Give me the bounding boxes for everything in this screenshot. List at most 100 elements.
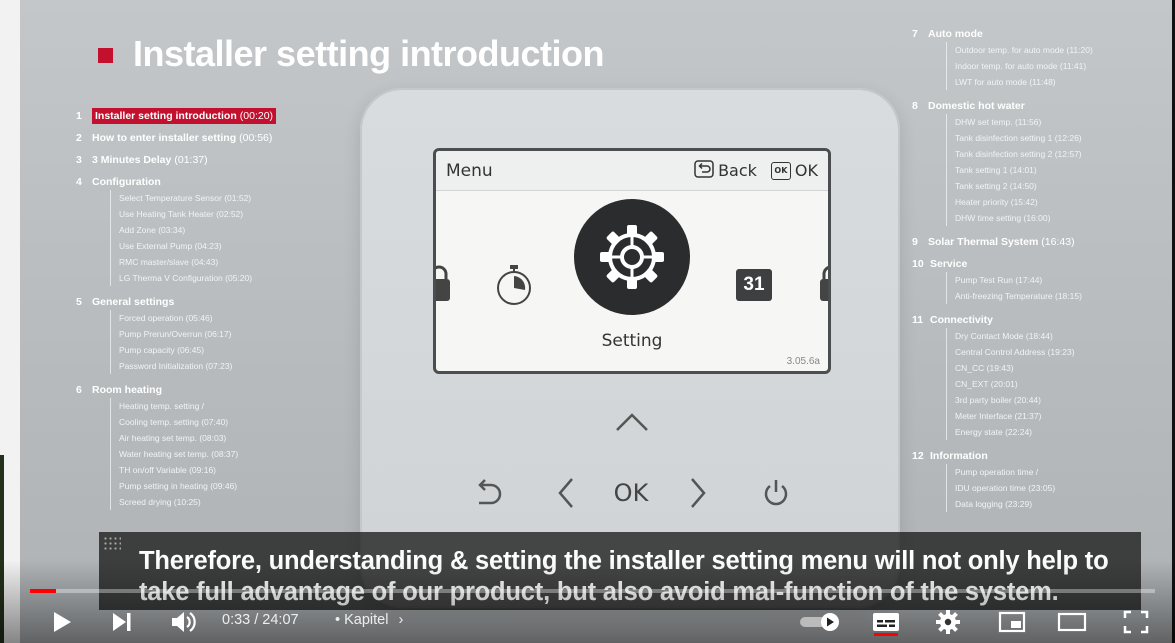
toc-chapter: 3 3 Minutes Delay (01:37) (76, 152, 356, 168)
page-edge (0, 0, 20, 643)
play-button[interactable] (44, 600, 80, 643)
toc-subsection: Air heating set temp. (08:03) (119, 433, 227, 443)
toc-chapter-label: Connectivity (930, 314, 994, 326)
ok-label: OK (794, 161, 818, 180)
toc-subsection-list: Pump Test Run (17:44) Anti-freezing Tempe… (946, 272, 1172, 304)
toc-chapter-label: Solar Thermal System (928, 236, 1039, 248)
toc-subsection: Cooling temp. setting (07:40) (119, 417, 229, 427)
toc-chapter-title: Domestic hot water (928, 98, 1025, 114)
toc-subsection: Heating temp. setting / (119, 401, 205, 411)
slide-title: Installer setting introduction (133, 33, 605, 74)
device-ok-button: OK (613, 479, 649, 507)
miniplayer-button[interactable] (994, 600, 1030, 643)
toc-subsection: Screed drying (10:25) (119, 497, 201, 507)
toc-subsection: Forced operation (05:46) (119, 313, 213, 323)
toc-chapter-number: 8 (912, 100, 918, 112)
lock-icon-right (820, 265, 828, 306)
selected-menu-label: Setting (601, 331, 663, 351)
toc-chapter-number: 11 (912, 314, 924, 326)
caption-drag-handle[interactable] (103, 536, 121, 550)
next-button[interactable] (104, 600, 140, 643)
toc-subsection: Anti-freezing Temperature (18:15) (955, 291, 1082, 301)
toc-subsection: DHW time setting (16:00) (955, 213, 1051, 223)
toc-chapter-title: How to enter installer setting (00:56) (92, 130, 272, 146)
toc-subsection: Tank setting 1 (14:01) (955, 165, 1037, 175)
toc-subsection: Outdoor temp. for auto mode (11:20) (955, 45, 1093, 55)
player-controls: 0:33 / 24:07 • Kapitel › (0, 600, 1175, 643)
gear-icon (600, 225, 664, 289)
toc-chapter-number: 7 (912, 28, 918, 40)
chapter-label: • Kapitel (335, 612, 389, 628)
theater-icon (1057, 612, 1087, 631)
toc-subsection: CN_EXT (20:01) (955, 379, 1018, 389)
theater-mode-button[interactable] (1054, 600, 1090, 643)
toc-subsection: Heater priority (15:42) (955, 197, 1038, 207)
timer-icon (494, 263, 534, 312)
fullscreen-icon (1123, 610, 1149, 633)
toc-chapter-label: Installer setting introduction (95, 110, 237, 122)
subtitles-button[interactable] (868, 600, 904, 643)
toc-chapter-title: Information (930, 448, 988, 464)
back-icon (694, 159, 714, 182)
toc-chapter-title: Service (930, 256, 967, 272)
toc-subsection-list: Outdoor temp. for auto mode (11:20) Indoo… (946, 42, 1172, 90)
fullscreen-button[interactable] (1118, 600, 1154, 643)
toc-chapter-label: 3 Minutes Delay (92, 154, 172, 166)
toc-chapter-label: General settings (92, 296, 175, 308)
lock-icon (436, 265, 450, 306)
toc-chapter-number: 12 (912, 450, 924, 462)
toc-subsection: Pump Test Run (17:44) (955, 275, 1043, 285)
toc-subsection: 3rd party boiler (20:44) (955, 395, 1041, 405)
toc-chapter-title: Installer setting introduction (00:20) (92, 108, 277, 124)
video-player[interactable]: Menu Back OK OK 31 Setting 3.05.6a OK In… (0, 0, 1175, 643)
toc-chapter-number: 1 (76, 110, 82, 122)
toc-chapter-title: Solar Thermal System (16:43) (928, 234, 1075, 250)
screen-menu-carousel: 31 Setting 3.05.6a (436, 191, 828, 371)
settings-button[interactable] (930, 600, 966, 643)
toc-subsection: Tank disinfection setting 1 (12:26) (955, 133, 1082, 143)
toc-subsection-list: DHW set temp. (11:56) Tank disinfection s… (946, 114, 1172, 226)
toc-chapter-time: (01:37) (174, 154, 208, 166)
toc-subsection: Indoor temp. for auto mode (11:41) (955, 61, 1087, 71)
chapter-button[interactable]: • Kapitel › (335, 612, 403, 628)
toc-chapter-label: Domestic hot water (928, 100, 1025, 112)
toc-chapter: 2 How to enter installer setting (00:56) (76, 130, 356, 146)
time-display: 0:33 / 24:07 (222, 612, 299, 628)
toc-chapter-number: 9 (912, 236, 918, 248)
volume-button[interactable] (166, 600, 202, 643)
toc-subsection: Dry Contact Mode (18:44) (955, 331, 1053, 341)
toc-subsection: RMC master/slave (04:43) (119, 257, 219, 267)
toc-subsection: Password Initialization (07:23) (119, 361, 233, 371)
toc-chapter-title: Connectivity (930, 312, 993, 328)
progress-bar[interactable] (30, 589, 1155, 593)
toc-subsection: Central Control Address (19:23) (955, 347, 1075, 357)
toc-chapter: 12 Information (912, 448, 1172, 464)
next-icon (113, 612, 131, 631)
toc-chapter: 9 Solar Thermal System (16:43) (912, 234, 1172, 250)
screen-header: Menu Back OK OK (436, 151, 828, 191)
toc-subsection: Pump Prerun/Overrun (06:17) (119, 329, 232, 339)
device-screen: Menu Back OK OK 31 Setting 3.05.6a (433, 148, 831, 374)
toc-chapter-time: (16:43) (1041, 236, 1075, 248)
video-frame[interactable]: Menu Back OK OK 31 Setting 3.05.6a OK In… (20, 0, 1172, 643)
toc-subsection: Add Zone (03:34) (119, 225, 186, 235)
toc-chapter: 5 General settings (76, 294, 356, 310)
toc-chapter-number: 6 (76, 384, 82, 396)
left-arrow-icon (554, 473, 578, 513)
subtitles-icon (873, 612, 899, 631)
toc-chapter-number: 10 (912, 258, 924, 270)
toc-chapter-time: (00:20) (239, 110, 274, 122)
toc-chapter: 11 Connectivity (912, 312, 1172, 328)
toc-chapter: 10 Service (912, 256, 1172, 272)
autoplay-toggle[interactable] (796, 600, 846, 643)
toc-subsection: Energy state (22:24) (955, 427, 1033, 437)
toc-subsection: Data logging (23:29) (955, 499, 1033, 509)
toc-chapter-label: How to enter installer setting (92, 132, 237, 144)
toc-chapter: 7 Auto mode (912, 26, 1172, 42)
toc-left: 1 Installer setting introduction (00:20) 2 H… (76, 108, 356, 518)
progress-played (30, 589, 56, 593)
toc-chapter-label: Auto mode (928, 28, 983, 40)
toc-chapter-title: Configuration (92, 174, 161, 190)
chevron-right-icon: › (398, 612, 404, 628)
title-bullet (98, 48, 113, 63)
